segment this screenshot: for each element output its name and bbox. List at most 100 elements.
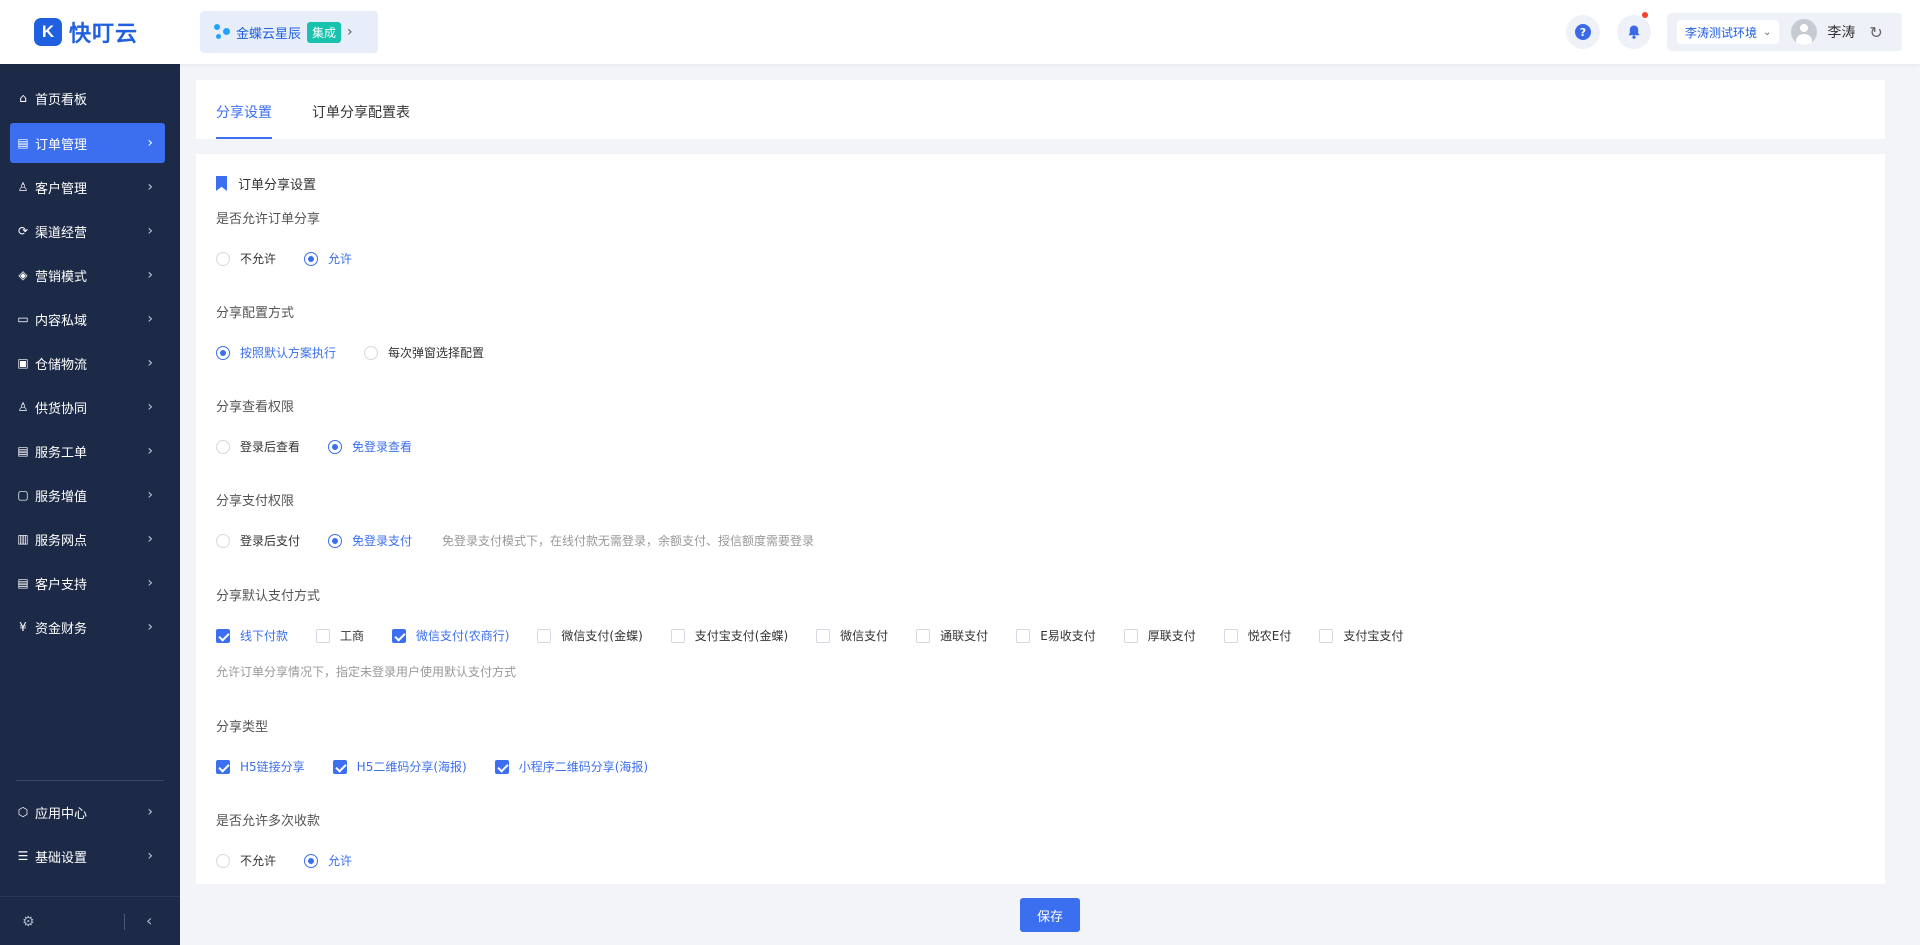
- sidebar-item-label: 资金财务: [35, 621, 88, 637]
- multi-collect-option-yes[interactable]: 允许: [304, 852, 352, 869]
- radio[interactable]: [328, 439, 343, 454]
- sidebar-item-marketing[interactable]: ◈ 营销模式 ›: [10, 255, 165, 295]
- radio[interactable]: [304, 251, 319, 266]
- collapse-icon[interactable]: ‹: [146, 911, 152, 930]
- sidebar-item-support[interactable]: ▤ 客户支持 ›: [10, 563, 165, 603]
- chevron-right-icon: ›: [147, 223, 153, 239]
- multi-collect-options: 不允许 允许: [216, 852, 352, 869]
- help-button[interactable]: ?: [1566, 15, 1600, 49]
- option-label: 通联支付: [940, 629, 989, 643]
- pay-option-wechat[interactable]: 微信支付: [816, 627, 888, 644]
- chevron-right-icon: ›: [147, 399, 153, 415]
- env-select[interactable]: 李涛测试环境 ⌄: [1677, 20, 1780, 44]
- sidebar-item-orders[interactable]: ▤ 订单管理 ›: [10, 123, 165, 163]
- allow-share-label: 是否允许订单分享: [216, 212, 321, 227]
- notification-dot: [1642, 12, 1648, 18]
- pay-perm-option-no-login[interactable]: 免登录支付: [328, 532, 412, 549]
- app-logo[interactable]: K 快叮云: [34, 17, 138, 47]
- config-mode-option-default[interactable]: 按照默认方案执行: [216, 344, 336, 361]
- checkbox[interactable]: [216, 628, 230, 643]
- checkbox[interactable]: [494, 759, 509, 774]
- avatar[interactable]: [1791, 19, 1818, 45]
- radio[interactable]: [216, 251, 230, 266]
- allow-share-option-no[interactable]: 不允许: [216, 250, 276, 267]
- option-label: 登录后查看: [240, 440, 301, 454]
- radio[interactable]: [216, 853, 230, 868]
- logo-text: 快叮云: [69, 22, 139, 47]
- checkbox[interactable]: [916, 628, 931, 643]
- share-type-h5-link[interactable]: H5链接分享: [216, 758, 305, 775]
- sidebar-item-service-tickets[interactable]: ▤ 服务工单 ›: [10, 431, 165, 471]
- checkbox[interactable]: [392, 628, 407, 643]
- pay-option-icbc[interactable]: 工商: [316, 627, 364, 644]
- refresh-icon[interactable]: ↻: [1869, 23, 1882, 42]
- sidebar-item-content[interactable]: ▭ 内容私域 ›: [10, 299, 165, 339]
- view-perm-option-login[interactable]: 登录后查看: [216, 438, 300, 455]
- checkbox[interactable]: [1223, 628, 1238, 643]
- chevron-right-icon: ›: [147, 848, 153, 864]
- share-type-miniapp-qrcode[interactable]: 小程序二维码分享(海报): [494, 758, 648, 775]
- sidebar-item-finance[interactable]: ¥ 资金财务 ›: [10, 607, 165, 647]
- checkbox[interactable]: [537, 628, 552, 643]
- sidebar-item-warehouse[interactable]: ▣ 仓储物流 ›: [10, 343, 165, 383]
- pay-option-wechat-rural[interactable]: 微信支付(农商行): [392, 627, 509, 644]
- notification-button[interactable]: [1617, 12, 1651, 49]
- checkbox[interactable]: [670, 628, 685, 643]
- option-label: 工商: [340, 629, 365, 643]
- pay-option-wechat-kingdee[interactable]: 微信支付(金蝶): [537, 627, 643, 644]
- sidebar-item-app-center[interactable]: ⬡ 应用中心 ›: [10, 792, 165, 832]
- pay-option-alipay-kingdee[interactable]: 支付宝支付(金蝶): [670, 627, 789, 644]
- radio[interactable]: [216, 345, 230, 360]
- radio[interactable]: [328, 533, 343, 548]
- sidebar-item-label: 仓储物流: [35, 357, 88, 373]
- tab-share-settings[interactable]: 分享设置: [216, 102, 272, 122]
- checkbox[interactable]: [1016, 628, 1031, 643]
- sidebar-item-service-points[interactable]: ▥ 服务网点 ›: [10, 519, 165, 559]
- user-name[interactable]: 李涛: [1827, 22, 1855, 42]
- multi-collect-option-no[interactable]: 不允许: [216, 852, 276, 869]
- sidebar-item-customers[interactable]: ♙ 客户管理 ›: [10, 167, 165, 207]
- sidebar-item-dashboard[interactable]: ⌂ 首页看板: [10, 78, 165, 118]
- pay-option-allinpay[interactable]: 通联支付: [916, 627, 988, 644]
- radio[interactable]: [216, 533, 230, 548]
- chevron-down-icon: ⌄: [1763, 26, 1772, 38]
- pay-perm-label: 分享支付权限: [216, 494, 295, 509]
- gear-icon[interactable]: ⚙: [22, 914, 35, 930]
- pay-option-alipay[interactable]: 支付宝支付: [1319, 627, 1403, 644]
- bell-icon: [1628, 25, 1640, 39]
- brand-switcher[interactable]: 金蝶云星辰 集成 ›: [200, 11, 378, 53]
- option-label: 支付宝支付(金蝶): [694, 629, 789, 643]
- checkbox[interactable]: [816, 628, 831, 643]
- checkbox[interactable]: [1123, 628, 1138, 643]
- view-perm-option-no-login[interactable]: 免登录查看: [328, 438, 412, 455]
- config-mode-option-popup[interactable]: 每次弹窗选择配置: [364, 344, 484, 361]
- tab-share-config-table[interactable]: 订单分享配置表: [312, 102, 410, 122]
- store-icon: ▥: [17, 532, 29, 546]
- pay-option-houlian[interactable]: 厚联支付: [1123, 627, 1196, 644]
- radio[interactable]: [216, 439, 230, 454]
- pay-option-eyishou[interactable]: E易收支付: [1016, 627, 1096, 644]
- pay-option-offline[interactable]: 线下付款: [216, 627, 288, 644]
- save-button[interactable]: 保存: [1020, 898, 1080, 932]
- sidebar-divider: [16, 780, 164, 781]
- checkbox[interactable]: [316, 628, 331, 643]
- bookmark-icon: [216, 176, 227, 191]
- pay-option-yuenong[interactable]: 悦农E付: [1223, 627, 1291, 644]
- sidebar-item-value-added[interactable]: ▢ 服务增值 ›: [10, 475, 165, 515]
- pay-perm-option-login[interactable]: 登录后支付: [216, 532, 300, 549]
- radio[interactable]: [304, 853, 319, 868]
- option-label: 微信支付(金蝶): [561, 629, 643, 643]
- sidebar-item-basic-settings[interactable]: ☰ 基础设置 ›: [10, 836, 165, 876]
- chevron-right-icon: ›: [147, 487, 153, 503]
- sidebar-item-channels[interactable]: ⟳ 渠道经营 ›: [10, 211, 165, 251]
- checkbox[interactable]: [332, 759, 347, 774]
- checkbox[interactable]: [216, 759, 230, 774]
- checkbox[interactable]: [1319, 628, 1334, 643]
- share-type-h5-qrcode[interactable]: H5二维码分享(海报): [332, 758, 467, 775]
- sidebar-item-supply[interactable]: ♙ 供货协同 ›: [10, 387, 165, 427]
- allow-share-option-yes[interactable]: 允许: [304, 250, 352, 267]
- radio[interactable]: [364, 345, 379, 360]
- sidebar-item-label: 服务工单: [35, 445, 88, 461]
- top-bar: K 快叮云 金蝶云星辰 集成 › ? 李涛测试环境 ⌄ 李涛 ↻: [0, 0, 1920, 64]
- support-icon: ▤: [17, 576, 29, 590]
